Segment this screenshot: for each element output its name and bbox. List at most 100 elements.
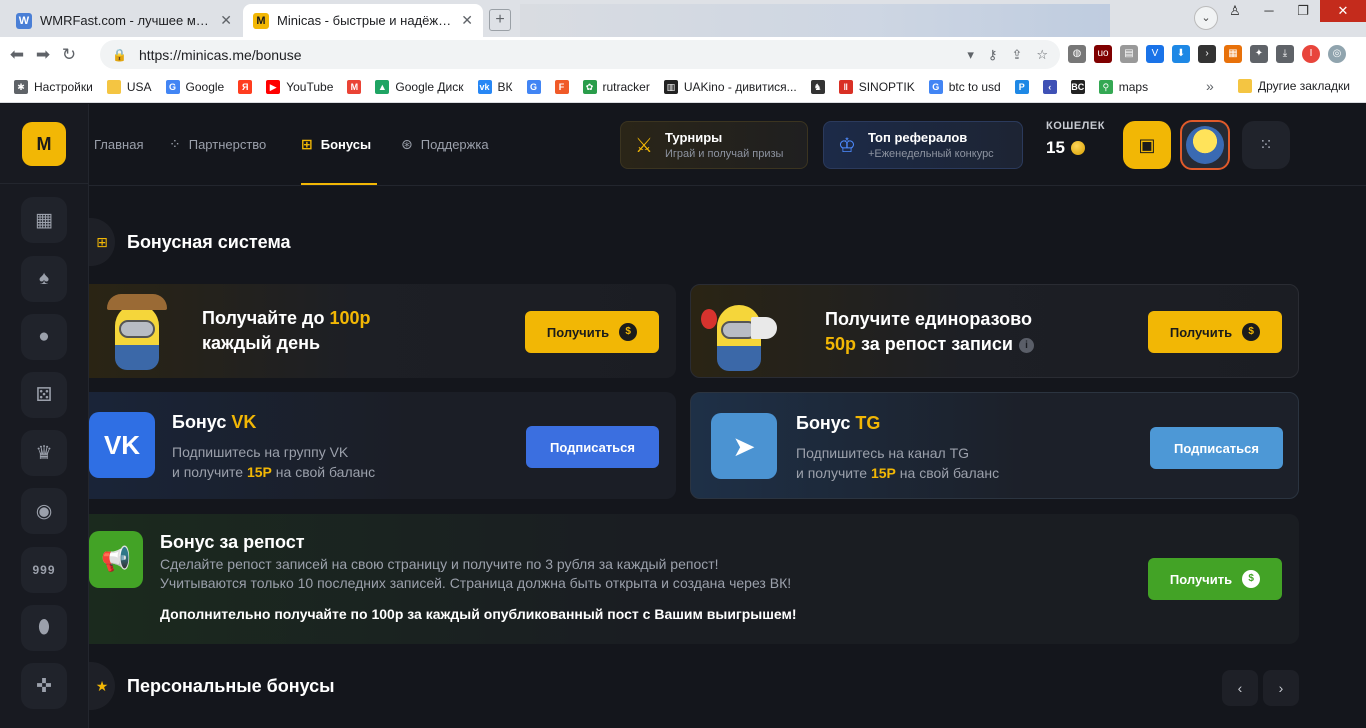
profile-avatar[interactable]: I [1302,45,1320,63]
nav-label: Партнерство [188,136,267,152]
gamepad-icon[interactable]: ✜ [21,663,67,709]
tg-subscribe-button[interactable]: Подписаться [1150,427,1283,469]
menu-grid-button[interactable]: ⁙ [1242,121,1290,169]
dropdown-icon[interactable]: ▾ [967,47,974,63]
bookmark-item[interactable]: USA [106,80,152,94]
nav-item-support[interactable]: ⊛ Поддержка [401,134,489,154]
bookmark-item[interactable]: ▥ UAKino - дивитися... [663,80,797,94]
info-icon[interactable]: i [1018,337,1034,353]
maximize-icon[interactable]: ❐ [1286,0,1320,22]
terminal-icon[interactable]: › [1198,45,1216,63]
lock-icon: 🔒 [112,47,127,62]
minion-cowboy-image [97,290,177,378]
bookmark-item[interactable]: ✱ Настройки [14,80,93,94]
briefcase-icon[interactable]: ▤ [1120,45,1138,63]
bookmark-item[interactable]: ▶ YouTube [266,80,333,94]
browser-tab-wmrfast[interactable]: W WMRFast.com - лучшее место для ✕ [6,4,242,37]
minion-avatar-icon [1186,126,1224,164]
bookmark-item[interactable]: ⚲ maps [1098,80,1148,94]
bookmark-item[interactable]: ‹ [1042,80,1057,94]
daily-bonus-get-button[interactable]: Получить $ [525,311,659,353]
bookmark-item[interactable]: M [347,80,362,94]
section-header-personal-bonuses: ★ Персональные бонусы [89,662,335,710]
bookmark-item[interactable]: ✿ rutracker [582,80,650,94]
puzzle-icon[interactable]: ✦ [1250,45,1268,63]
nav-item-partnership[interactable]: ⁘ Партнерство [169,134,266,154]
address-bar[interactable]: 🔒 https://minicas.me/bonuse ▾ ⚷ ⇪ ☆ [100,40,1060,69]
bookmark-item[interactable]: BC [1070,80,1085,94]
bookmark-item[interactable]: G [526,80,541,94]
sidebar-item-999[interactable]: 999 [21,547,67,593]
star-icon[interactable]: ☆ [1036,47,1048,63]
globe-icon[interactable]: ◍ [1068,45,1086,63]
trophy-icon[interactable]: ♛ [21,430,67,476]
nav-item-bonuses[interactable]: ⊞ Бонусы [301,134,371,154]
slots-icon[interactable]: ▦ [21,197,67,243]
next-button[interactable]: › [1263,670,1299,706]
spade-icon[interactable]: ♠ [21,256,67,302]
repost-once-get-button[interactable]: Получить $ [1148,311,1282,353]
money-bag-icon: $ [619,323,638,341]
bomb-icon[interactable]: ● [21,314,67,360]
key-icon[interactable]: ⚷ [988,47,998,63]
bookmark-item[interactable]: G Google [165,80,224,94]
vk-icon: vk [477,80,492,94]
wallet-button[interactable]: ▣ [1123,121,1171,169]
bookmark-item[interactable]: ǁ SINOPTIK [838,80,915,94]
minimize-icon[interactable]: ─ [1252,0,1286,22]
gear-icon: ✱ [14,80,28,94]
swords-icon: ⚔ [635,134,653,157]
close-tab-icon[interactable]: ✕ [461,12,473,29]
prev-button[interactable]: ‹ [1222,670,1258,706]
bookmark-item[interactable]: F [554,80,569,94]
minicas-favicon-icon: M [253,12,269,29]
bookmark-item[interactable]: Я [238,80,253,94]
user-avatar[interactable] [1180,120,1230,170]
bookmark-item[interactable]: ♞ [810,80,825,94]
grid-ext-icon[interactable]: ▦ [1224,45,1242,63]
reload-icon[interactable]: ↻ [56,45,82,65]
nav-item-home[interactable]: Главная [94,134,143,154]
download-box-icon[interactable]: ⬇ [1172,45,1190,63]
wallet-icon: ▣ [1138,134,1156,155]
tab-search-icon[interactable]: ⌄ [1194,6,1218,30]
bookmark-item[interactable]: P [1014,80,1029,94]
downloads-icon[interactable]: ⤓ [1276,45,1294,63]
folder-icon [106,80,121,94]
support-icon: ⊛ [401,135,413,152]
other-bookmarks[interactable]: Другие закладки [1238,79,1350,93]
promo-subtitle: +Еженедельный конкурс [867,148,994,160]
thermometer-icon: ǁ [838,80,853,94]
new-tab-button[interactable]: + [489,9,511,31]
v-icon[interactable]: V [1146,45,1164,63]
bc-icon: BC [1070,80,1085,94]
forward-arrow-icon[interactable]: ➡ [30,45,56,65]
wallet-label: КОШЕЛЕК [1046,120,1105,132]
window-controls: ♙ ─ ❐ ✕ [1218,0,1366,24]
repost-bonus-get-button[interactable]: Получить $ [1148,558,1282,600]
bookmark-item[interactable]: Gbtc to usd [928,80,1001,94]
ublock-icon[interactable]: uo [1094,45,1112,63]
close-tab-icon[interactable]: ✕ [220,12,232,29]
close-window-icon[interactable]: ✕ [1320,0,1366,22]
browser-tab-minicas[interactable]: M Minicas - быстрые и надёжные иг ✕ [243,4,483,37]
football-icon[interactable]: ⬮ [21,605,67,651]
bookmark-item[interactable]: vk ВК [477,80,513,94]
gmail-icon: M [347,80,362,94]
dice-icon[interactable]: ⚄ [21,372,67,418]
repost-once-title: Получите единоразово 50р за репост запис… [825,309,1034,354]
back-arrow-icon[interactable]: ⬅ [4,45,30,65]
site-viewport: M ▦ ♠ ● ⚄ ♛ ◉ 999 ⬮ ✜ Главная ⁘ Партнерс… [0,104,1366,728]
money-bag-icon: $ [1242,570,1261,588]
tournaments-promo[interactable]: ⚔ Турниры Играй и получай призы [620,121,808,169]
basketball-icon[interactable]: ◉ [21,488,67,534]
site-logo[interactable]: M [22,122,66,166]
vk-subscribe-button[interactable]: Подписаться [526,426,659,468]
top-referrals-promo[interactable]: ♔ Топ рефералов +Еженедельный конкурс [823,121,1023,169]
share-icon[interactable]: ⇪ [1011,47,1022,63]
shirt-icon[interactable]: ♙ [1218,0,1252,22]
repost-once-bonus-card: Получите единоразово 50р за репост запис… [690,284,1299,378]
bookmarks-overflow-button[interactable]: » [1206,78,1214,94]
update-icon[interactable]: ◎ [1328,45,1346,63]
bookmark-item[interactable]: ▲ Google Диск [375,80,464,94]
